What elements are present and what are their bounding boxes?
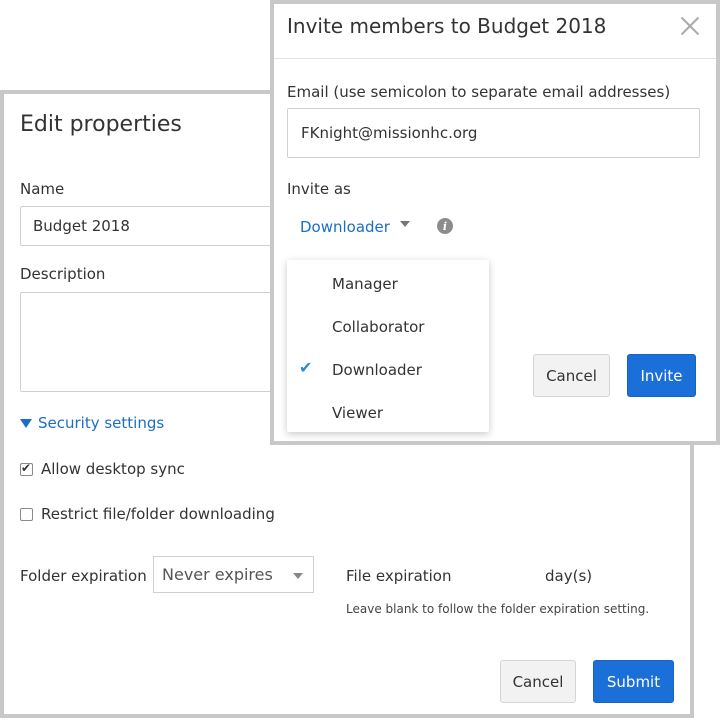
name-label: Name: [20, 180, 65, 198]
invite-dialog-title: Invite members to Budget 2018: [287, 14, 607, 38]
checkmark-icon: ✔: [299, 358, 313, 377]
invite-members-dialog: Invite members to Budget 2018 Email (use…: [270, 0, 720, 445]
restrict-downloading-row[interactable]: Restrict file/folder downloading: [20, 505, 275, 523]
file-expiration-hint: Leave blank to follow the folder expirat…: [346, 602, 650, 616]
security-settings-label: Security settings: [38, 414, 165, 432]
invite-button[interactable]: Invite: [627, 354, 696, 397]
info-icon[interactable]: i: [437, 218, 453, 234]
role-dropdown[interactable]: Downloader: [300, 218, 410, 236]
email-label: Email (use semicolon to separate email a…: [287, 83, 671, 101]
folder-expiration-select[interactable]: Never expires: [153, 556, 314, 593]
edit-cancel-button[interactable]: Cancel: [500, 660, 576, 703]
folder-expiration-value: Never expires: [162, 565, 273, 584]
role-option-label: Manager: [332, 274, 398, 293]
folder-expiration-label: Folder expiration: [20, 567, 147, 585]
role-option-label: Downloader: [332, 360, 422, 379]
stage: Edit properties Name Budget 2018 Descrip…: [0, 0, 720, 720]
caret-down-icon: [399, 221, 410, 227]
allow-desktop-sync-row[interactable]: Allow desktop sync: [20, 460, 185, 478]
close-icon[interactable]: [678, 14, 702, 38]
role-menu: Manager Collaborator ✔ Downloader Viewer: [287, 260, 489, 432]
role-option-label: Viewer: [332, 403, 383, 422]
allow-desktop-sync-checkbox[interactable]: [20, 461, 33, 476]
role-option-collaborator[interactable]: Collaborator: [287, 305, 489, 348]
file-expiration-unit: day(s): [545, 567, 593, 585]
security-settings-toggle[interactable]: Security settings: [20, 414, 164, 432]
name-input-value: Budget 2018: [33, 217, 130, 235]
role-dropdown-value: Downloader: [300, 218, 390, 236]
caret-down-icon: [293, 573, 303, 579]
email-input[interactable]: FKnight@missionhc.org: [287, 108, 700, 158]
role-option-downloader[interactable]: ✔ Downloader: [287, 348, 489, 391]
edit-dialog-title: Edit properties: [20, 112, 182, 137]
invite-cancel-button[interactable]: Cancel: [533, 354, 610, 397]
description-label: Description: [20, 265, 106, 283]
invite-as-label: Invite as: [287, 180, 351, 198]
role-option-label: Collaborator: [332, 317, 425, 336]
restrict-downloading-label: Restrict file/folder downloading: [41, 505, 275, 523]
allow-desktop-sync-label: Allow desktop sync: [41, 460, 185, 478]
email-input-value: FKnight@missionhc.org: [301, 124, 478, 142]
role-option-manager[interactable]: Manager: [287, 262, 489, 305]
title-divider: [274, 58, 716, 59]
restrict-downloading-checkbox[interactable]: [20, 507, 33, 521]
file-expiration-label: File expiration: [346, 567, 452, 585]
triangle-down-icon: [20, 418, 32, 428]
submit-button[interactable]: Submit: [593, 660, 674, 703]
role-option-viewer[interactable]: Viewer: [287, 391, 489, 434]
